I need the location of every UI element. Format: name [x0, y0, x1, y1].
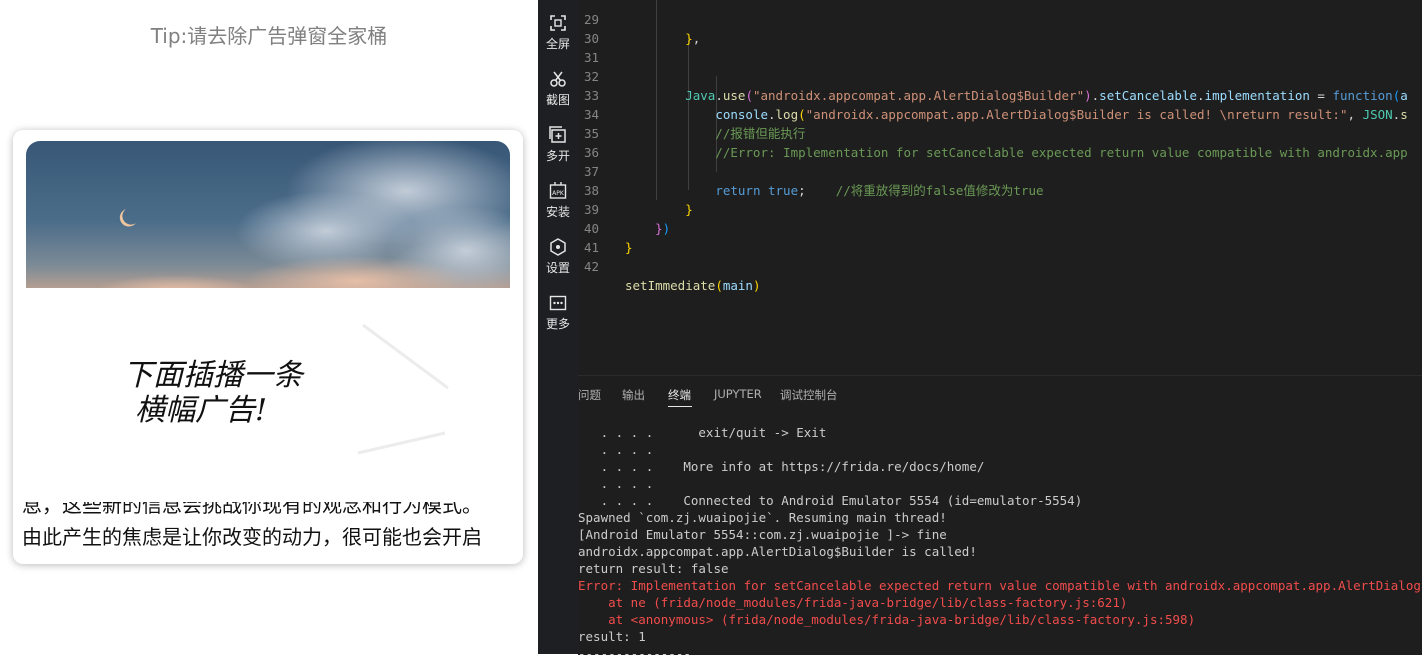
more-icon — [549, 295, 567, 311]
code-line: 41 — [578, 219, 1422, 255]
code-line: 30 — [578, 10, 1422, 46]
svg-text:APK: APK — [552, 190, 565, 197]
tab-debug-console[interactable]: 调试控制台 — [780, 387, 838, 403]
tab-problems[interactable]: 问题 — [578, 387, 601, 403]
terminal-line: . . . . Connected to Android Emulator 55… — [578, 493, 1083, 508]
terminal-error-line: at <anonymous> (frida/node_modules/frida… — [578, 612, 1196, 627]
handwriting-line-1: 下面插播一条 — [123, 358, 305, 393]
code-line: 34 //报错但能执行 — [578, 86, 1422, 141]
terminal-line: [Android Emulator 5554::com.zj.wuaipojie… — [578, 527, 947, 542]
terminal-error-line: at ne (frida/node_modules/frida-java-bri… — [578, 595, 1128, 610]
settings-icon — [550, 238, 566, 256]
screenshot-button[interactable]: 截图 — [538, 70, 578, 108]
terminal-line: androidx.appcompat.app.AlertDialog$Build… — [578, 544, 977, 559]
ad-popup-card[interactable]: 下面插播一条 横幅广告! 息，这些新的信息会挑战你现有的观念和行为模式。 由此产… — [13, 130, 523, 564]
code-line: 39 }) — [578, 181, 1422, 236]
code-line: 40 } — [578, 200, 1422, 255]
code-editor[interactable]: 29 }, 30 31 32 Java.use("androidx.appcom… — [578, 0, 1422, 375]
code-line: 38 } — [578, 162, 1422, 217]
code-line: 37 return true; //将重放得到的false值修改为true — [578, 143, 1422, 198]
tab-terminal[interactable]: 终端 — [668, 387, 691, 403]
settings-button[interactable]: 设置 — [538, 238, 578, 276]
more-button[interactable]: 更多 — [538, 294, 578, 332]
scissors-icon — [550, 71, 566, 87]
terminal-line: . . . . exit/quit -> Exit — [578, 425, 827, 440]
handwriting-line-2: 横幅广告! — [135, 393, 267, 428]
terminal-line: result: 1 — [578, 629, 646, 644]
emulator-screen[interactable]: Tip:请去除广告弹窗全家桶 下面插播一条 横幅广告! 息，这些新的信息会挑战你… — [0, 0, 538, 654]
code-line: 33 console.log("androidx.appcompat.app.A… — [578, 67, 1422, 122]
terminal-line: . . . . — [578, 476, 654, 491]
code-line: 29 }, — [578, 0, 1422, 46]
terminal-line: return result: false — [578, 561, 729, 576]
handwriting-banner: 下面插播一条 横幅广告! — [13, 300, 523, 470]
terminal-line: Spawned `com.zj.wuaipojie`. Resuming mai… — [578, 510, 947, 525]
article-text: 息，这些新的信息会挑战你现有的观念和行为模式。 由此产生的焦虑是让你改变的动力，… — [22, 502, 517, 552]
screenshot-label: 截图 — [545, 93, 570, 107]
code-line: 35 //Error: Implementation for setCancel… — [578, 105, 1422, 160]
tab-jupyter[interactable]: JUPYTER — [714, 387, 762, 401]
apk-icon: APK — [549, 182, 567, 199]
terminal-error-line: Error: Implementation for setCancelable … — [578, 578, 1422, 593]
code-line: 36 — [578, 124, 1422, 160]
fullscreen-button[interactable]: 全屏 — [538, 14, 578, 52]
code-line: 31 — [578, 29, 1422, 65]
more-label: 更多 — [545, 317, 570, 331]
bottom-panel: 问题 输出 终端 JUPYTER 调试控制台 . . . . exit/quit… — [578, 375, 1422, 655]
install-label: 安装 — [545, 205, 570, 219]
article-line-partial: 息，这些新的信息会挑战你现有的观念和行为模式。 — [22, 502, 482, 517]
fullscreen-icon — [550, 15, 566, 31]
settings-label: 设置 — [545, 261, 570, 275]
tip-text: Tip:请去除广告弹窗全家桶 — [150, 24, 388, 48]
code-line: 32 Java.use("androidx.appcompat.app.Aler… — [578, 48, 1422, 103]
code-line: 42 setImmediate(main) — [578, 238, 1422, 293]
line-number: 42 — [583, 259, 599, 274]
code-text: setImmediate(main) — [625, 278, 761, 293]
banner-sky-image — [26, 141, 510, 288]
article-line-full: 由此产生的焦虑是让你改变的动力，很可能也会开启 — [22, 525, 482, 549]
multi-open-label: 多开 — [545, 149, 570, 163]
terminal-line: . . . . — [578, 442, 654, 457]
install-button[interactable]: APK 安装 — [538, 182, 578, 220]
active-tab-indicator — [668, 406, 692, 407]
terminal-line: . . . . More info at https://frida.re/do… — [578, 459, 985, 474]
emulator-toolbar: 全屏 截图 多开 APK 安装 设置 更多 — [538, 0, 578, 654]
multi-open-button[interactable]: 多开 — [538, 126, 578, 164]
tab-output[interactable]: 输出 — [622, 387, 645, 403]
fullscreen-label: 全屏 — [545, 37, 570, 51]
multi-window-icon — [549, 126, 566, 143]
